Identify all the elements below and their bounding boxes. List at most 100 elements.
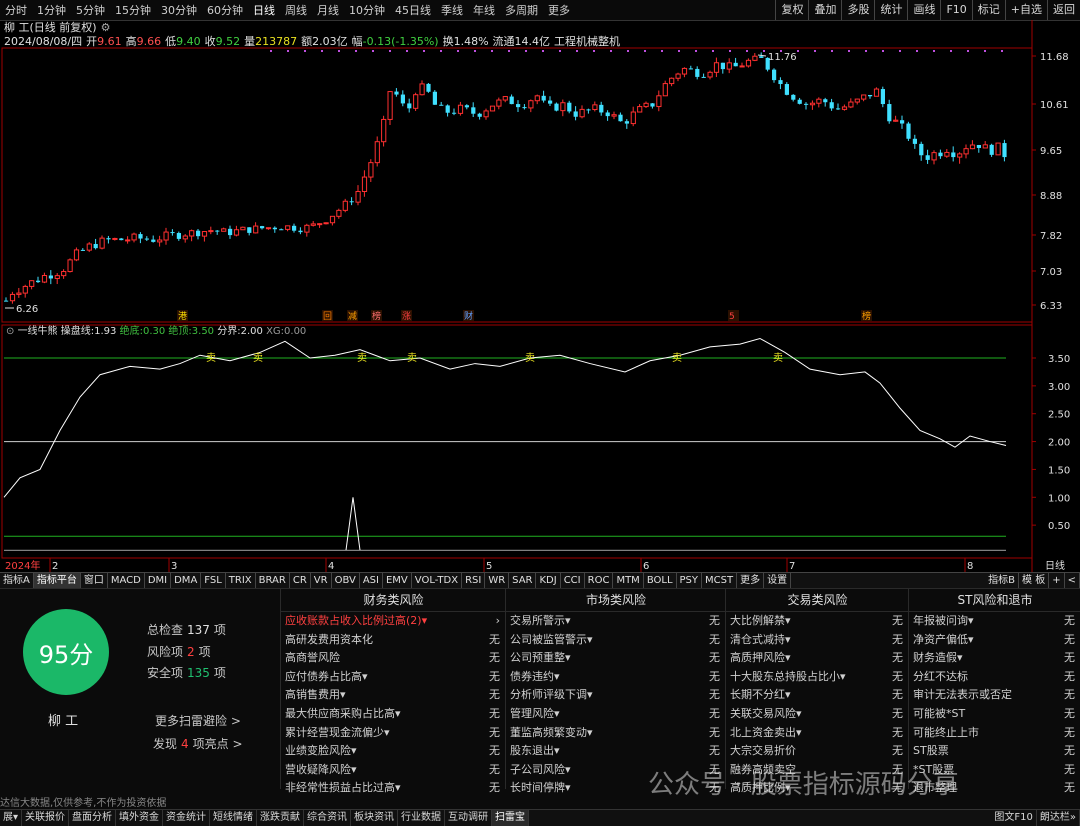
status-tab-6[interactable]: 涨跌贡献 [257,810,305,826]
status-tab-0[interactable]: 展▾ [0,810,23,826]
indicator-tab-26[interactable]: 设置 [764,573,792,588]
risk-item[interactable]: 董监高频繁变动▾ 无 [506,724,726,743]
indicator-tab-2[interactable]: 窗口 [81,573,108,588]
indicator-tab-10[interactable]: VR [311,573,332,588]
status-right-0[interactable]: 图文F10 [991,810,1037,826]
risk-item[interactable]: 净资产偏低▾ 无 [909,631,1080,650]
signal-dot [678,50,680,52]
candle-body-down [196,230,201,237]
indicator-tab-21[interactable]: MTM [613,573,644,588]
indicator-tab-25[interactable]: 更多 [737,573,765,588]
more-sweeper-link[interactable]: 更多扫雷避险 > [155,712,241,729]
risk-item[interactable]: 管理风险▾ 无 [506,705,726,724]
risk-item[interactable]: 高商誉风险 无 [281,649,506,668]
candle-body-up [752,55,758,61]
candle-body-up [848,101,854,108]
indicator-tab-9[interactable]: CR [290,573,311,588]
risk-item[interactable]: 应收账款占收入比例过高(2)▾ › [281,612,506,631]
indicator-tab-18[interactable]: KDJ [536,573,561,588]
risk-item[interactable]: 财务造假▾ 无 [909,649,1080,668]
risk-item[interactable]: 高销售费用▾ 无 [281,686,506,705]
risk-item[interactable]: 大比例解禁▾ 无 [726,612,909,631]
indicator-tab-23[interactable]: PSY [677,573,703,588]
signal-dot [457,50,459,52]
indicator-tab-22[interactable]: BOLL [644,573,677,588]
risk-item[interactable]: 债券违约▾ 无 [506,668,726,687]
risk-item[interactable]: 年报被问询▾ 无 [909,612,1080,631]
risk-item[interactable]: 公司预重整▾ 无 [506,649,726,668]
risk-item[interactable]: 审计无法表示或否定 无 [909,686,1080,705]
status-tab-11[interactable]: 扫雷宝 [492,810,530,826]
risk-item[interactable]: 长期不分红▾ 无 [726,686,909,705]
risk-item[interactable]: 分红不达标 无 [909,668,1080,687]
risk-item[interactable]: 股东退出▾ 无 [506,742,726,761]
highlights-link[interactable]: 发现 4 项亮点 > [153,735,243,752]
indicator-tab-15[interactable]: RSI [462,573,486,588]
indicator-tab-1[interactable]: 指标平台 [33,573,81,588]
risk-item[interactable]: ST股票 无 [909,742,1080,761]
risk-item[interactable]: 应付债券占比高▾ 无 [281,668,506,687]
indicator-tab-11[interactable]: OBV [332,573,360,588]
indicator-tab-12[interactable]: ASI [360,573,383,588]
status-right-1[interactable]: 朗达栏» [1037,810,1080,826]
risk-item[interactable]: 大宗交易折价 无 [726,742,909,761]
indicator-tab-16[interactable]: WR [485,573,510,588]
risk-item-label: 审计无法表示或否定 [913,688,1012,702]
risk-item[interactable]: 累计经营现金流偏少▾ 无 [281,724,506,743]
risk-item[interactable]: 业绩变脸风险▾ 无 [281,742,506,761]
right-tab-3[interactable]: < [1065,573,1080,588]
risk-item[interactable]: 交易所警示▾ 无 [506,612,726,631]
candle-body-up [304,224,310,233]
status-tab-3[interactable]: 填外资金 [116,810,164,826]
status-tab-8[interactable]: 板块资讯 [351,810,399,826]
risk-item[interactable]: 公司被监管警示▾ 无 [506,631,726,650]
right-tab-2[interactable]: + [1049,573,1065,588]
risk-item-label: 可能终止上市 [913,725,979,739]
status-tab-7[interactable]: 综合资讯 [304,810,352,826]
candle-body-up [995,142,1001,156]
kline-chart[interactable]: 11.68 10.61 9.65 8.88 7.82 7.03 6.33 11.76 6.26 港… [0,0,1080,572]
risk-item[interactable]: 可能终止上市 无 [909,724,1080,743]
status-tab-9[interactable]: 行业数据 [398,810,446,826]
candle-body-down [215,230,220,232]
risk-item[interactable]: 清仓式减持▾ 无 [726,631,909,650]
indicator-tab-17[interactable]: SAR [509,573,537,588]
status-tab-5[interactable]: 短线情绪 [210,810,258,826]
indicator-tab-24[interactable]: MCST [702,573,738,588]
signal-dot [423,50,425,52]
indicator-tab-0[interactable]: 指标A [0,573,34,588]
indicator-tab-6[interactable]: FSL [201,573,226,588]
indicator-tab-5[interactable]: DMA [171,573,202,588]
status-tab-1[interactable]: 关联报价 [22,810,70,826]
candle-body-down [228,228,233,236]
indicator-tab-4[interactable]: DMI [145,573,172,588]
candle-body-down [394,91,399,95]
right-tab-0[interactable]: 指标B [985,573,1020,588]
right-tab-1[interactable]: 模 板 [1019,573,1050,588]
sell-signal: 卖 [407,352,417,364]
status-tab-10[interactable]: 互动调研 [445,810,493,826]
indicator-tab-7[interactable]: TRIX [226,573,256,588]
indicator-tab-14[interactable]: VOL-TDX [412,573,463,588]
indicator-tab-3[interactable]: MACD [108,573,145,588]
status-tab-4[interactable]: 资金统计 [163,810,211,826]
risk-item[interactable]: 北上资金卖出▾ 无 [726,724,909,743]
risk-item[interactable]: 十大股东总持股占比小▾ 无 [726,668,909,687]
indicator-tab-20[interactable]: ROC [585,573,614,588]
risk-item[interactable]: 高质押风险▾ 无 [726,649,909,668]
risk-item[interactable]: 最大供应商采购占比高▾ 无 [281,705,506,724]
indicator-tab-13[interactable]: EMV [383,573,412,588]
total-label: 总检查 [147,623,184,637]
indicator-tab-8[interactable]: BRAR [256,573,290,588]
risk-item[interactable]: 非经常性损益占比过高▾ 无 [281,779,506,798]
risk-item[interactable]: 可能被*ST 无 [909,705,1080,724]
event-marker: 榜 [862,310,871,322]
risk-item[interactable]: 分析师评级下调▾ 无 [506,686,726,705]
status-tab-2[interactable]: 盘面分析 [69,810,117,826]
risk-item[interactable]: 营收疑降风险▾ 无 [281,761,506,780]
risk-item[interactable]: 关联交易风险▾ 无 [726,705,909,724]
indicator-tab-19[interactable]: CCI [561,573,585,588]
candle-body-down [432,91,437,105]
risk-item[interactable]: 高研发费用资本化 无 [281,631,506,650]
candle-body-down [298,230,303,233]
